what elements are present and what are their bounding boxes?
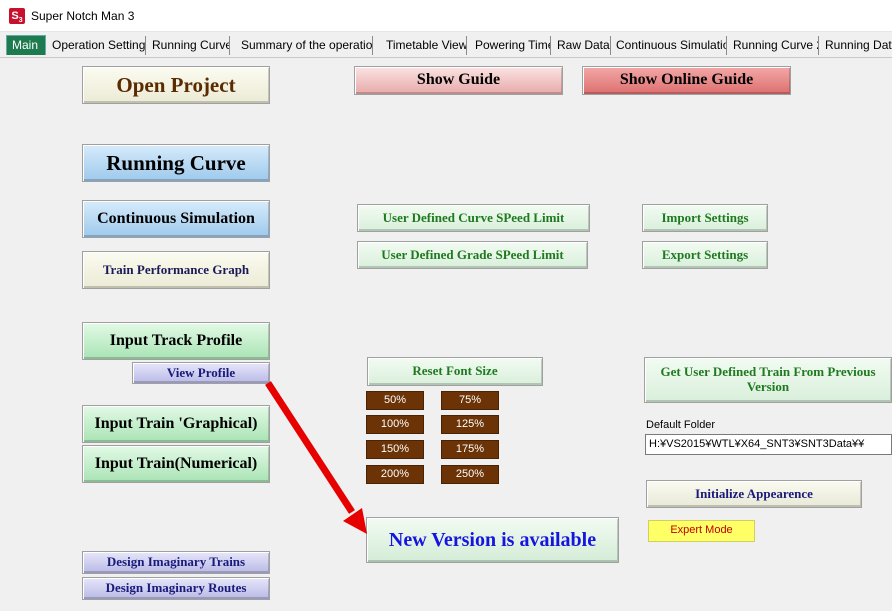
continuous-simulation-button[interactable]: Continuous Simulation <box>82 200 270 238</box>
design-imaginary-trains-button[interactable]: Design Imaginary Trains <box>82 551 270 574</box>
font-size-75-button[interactable]: 75% <box>441 391 499 410</box>
import-settings-button[interactable]: Import Settings <box>642 204 768 232</box>
title-bar: S3 Super Notch Man 3 <box>0 0 892 32</box>
train-performance-graph-button[interactable]: Train Performance Graph <box>82 251 270 289</box>
new-version-button[interactable]: New Version is available <box>366 517 619 563</box>
tab-continuous-simulation[interactable]: Continuous Simulation <box>614 36 727 55</box>
font-size-175-button[interactable]: 175% <box>441 440 499 459</box>
font-size-125-button[interactable]: 125% <box>441 415 499 434</box>
window-title: Super Notch Man 3 <box>31 9 135 23</box>
tab-running-curve[interactable]: Running Curve <box>150 36 230 55</box>
reset-font-size-button[interactable]: Reset Font Size <box>367 357 543 386</box>
arrow-shaft <box>265 381 355 514</box>
input-train-numerical-button[interactable]: Input Train(Numerical) <box>82 445 270 483</box>
app-icon: S3 <box>9 8 25 24</box>
view-profile-button[interactable]: View Profile <box>132 362 270 384</box>
default-folder-label: Default Folder <box>646 419 716 431</box>
export-settings-button[interactable]: Export Settings <box>642 241 768 269</box>
get-user-defined-train-button[interactable]: Get User Defined Train From Previous Ver… <box>644 357 892 403</box>
font-size-200-button[interactable]: 200% <box>366 465 424 484</box>
open-project-button[interactable]: Open Project <box>82 66 270 104</box>
font-size-100-button[interactable]: 100% <box>366 415 424 434</box>
initialize-appearance-button[interactable]: Initialize Appearence <box>646 480 862 508</box>
tab-running-curve-2[interactable]: Running Curve 2 <box>731 36 819 55</box>
tab-summary-of-operation[interactable]: Summary of the operation <box>239 36 373 55</box>
font-size-50-button[interactable]: 50% <box>366 391 424 410</box>
tab-raw-data[interactable]: Raw Data <box>555 36 611 55</box>
expert-mode-indicator[interactable]: Expert Mode <box>648 520 755 542</box>
tab-strip: Main Operation Settings Running Curve Su… <box>0 32 892 58</box>
tab-running-data[interactable]: Running Data <box>823 36 892 55</box>
design-imaginary-routes-button[interactable]: Design Imaginary Routes <box>82 577 270 600</box>
tab-main[interactable]: Main <box>6 35 46 55</box>
default-folder-field[interactable]: H:¥VS2015¥WTL¥X64_SNT3¥SNT3Data¥¥ <box>645 434 892 455</box>
font-size-250-button[interactable]: 250% <box>441 465 499 484</box>
running-curve-button[interactable]: Running Curve <box>82 144 270 182</box>
show-online-guide-button[interactable]: Show Online Guide <box>582 66 791 95</box>
font-size-150-button[interactable]: 150% <box>366 440 424 459</box>
show-guide-button[interactable]: Show Guide <box>354 66 563 95</box>
input-track-profile-button[interactable]: Input Track Profile <box>82 322 270 360</box>
tab-timetable-view[interactable]: Timetable View <box>384 36 467 55</box>
arrow-head <box>343 508 367 534</box>
user-curve-speed-limit-button[interactable]: User Defined Curve SPeed Limit <box>357 204 590 232</box>
input-train-graphical-button[interactable]: Input Train 'Graphical) <box>82 405 270 443</box>
tab-operation-settings[interactable]: Operation Settings <box>50 36 146 55</box>
tab-powering-time[interactable]: Powering Time <box>473 36 551 55</box>
user-grade-speed-limit-button[interactable]: User Defined Grade SPeed Limit <box>357 241 588 269</box>
